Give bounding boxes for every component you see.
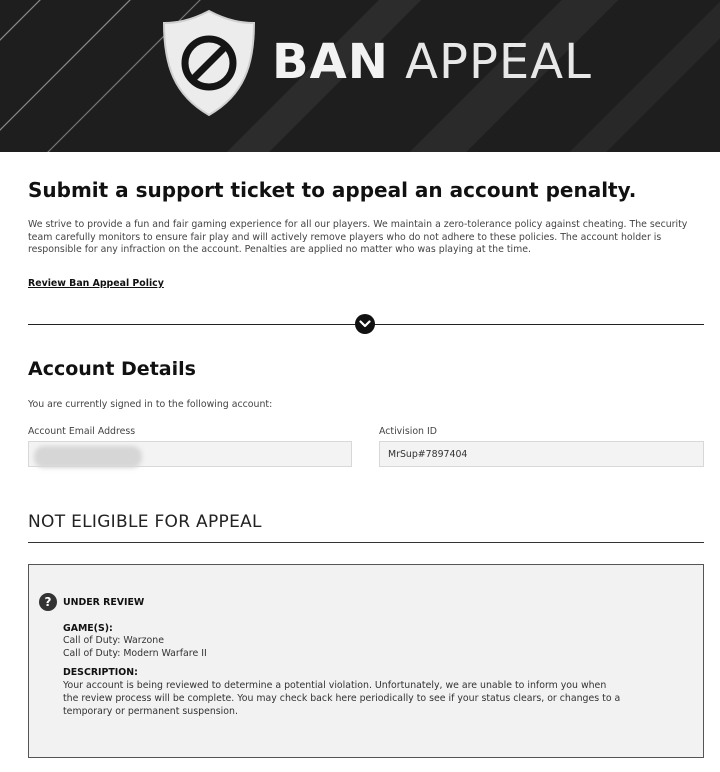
chevron-down-icon	[359, 320, 371, 328]
activision-id-label: Activision ID	[379, 426, 437, 437]
signed-in-text: You are currently signed in to the follo…	[28, 399, 273, 410]
description-label: DESCRIPTION:	[63, 667, 138, 678]
eligibility-heading: NOT ELIGIBLE FOR APPEAL	[28, 512, 262, 532]
banner-title: BAN APPEAL	[272, 34, 592, 90]
status-title: UNDER REVIEW	[63, 597, 145, 608]
banner-title-light: APPEAL	[405, 34, 592, 90]
question-circle-icon: ?	[39, 593, 57, 611]
account-details-heading: Account Details	[28, 358, 196, 380]
activision-id-field[interactable]	[379, 441, 704, 467]
review-policy-link[interactable]: Review Ban Appeal Policy	[28, 278, 164, 289]
games-label: GAME(S):	[63, 623, 113, 634]
description-text: Your account is being reviewed to determ…	[63, 680, 621, 717]
redacted-email	[34, 446, 142, 468]
game-item: Call of Duty: Modern Warfare II	[63, 648, 207, 659]
header-banner: BAN APPEAL	[0, 0, 720, 152]
page-title: Submit a support ticket to appeal an acc…	[28, 178, 637, 202]
game-item: Call of Duty: Warzone	[63, 635, 164, 646]
expand-toggle-button[interactable]	[355, 314, 375, 334]
brand: BAN APPEAL	[160, 9, 592, 117]
email-label: Account Email Address	[28, 426, 136, 437]
status-panel: ? UNDER REVIEW GAME(S): Call of Duty: Wa…	[28, 564, 704, 758]
eligibility-divider	[28, 542, 704, 543]
intro-text: We strive to provide a fun and fair gami…	[28, 219, 688, 255]
shield-ban-icon	[162, 9, 256, 117]
banner-title-bold: BAN	[272, 34, 389, 90]
